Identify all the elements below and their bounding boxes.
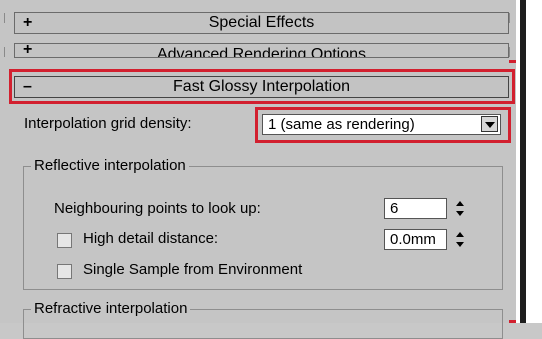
settings-panel: + Special Effects + Advanced Rendering O… (0, 0, 521, 339)
neighbouring-points-field[interactable]: 6 (384, 198, 447, 219)
high-detail-distance-checkbox[interactable] (57, 233, 72, 248)
neighbouring-points-spinner-icon[interactable] (454, 199, 468, 219)
scrollbar-track[interactable] (516, 0, 542, 323)
single-sample-label: Single Sample from Environment (83, 261, 303, 278)
rollout-highlight-box (9, 69, 515, 104)
dropdown-highlight-box (255, 107, 511, 143)
grid-density-label: Interpolation grid density: (24, 115, 192, 132)
reflective-group-title: Reflective interpolation (31, 157, 189, 174)
rollout-special-effects[interactable]: + Special Effects (14, 12, 509, 34)
panel-separator (520, 0, 526, 323)
rollout-edge-tick (4, 13, 9, 23)
refractive-group-title: Refractive interpolation (31, 300, 191, 317)
rollout-title: Advanced Rendering Options (156, 46, 367, 58)
rollout-advanced-rendering-options[interactable]: + Advanced Rendering Options (14, 43, 509, 58)
rollout-title: Special Effects (208, 14, 315, 31)
neighbouring-points-label: Neighbouring points to look up: (54, 200, 261, 217)
high-detail-distance-field[interactable]: 0.0mm (384, 229, 447, 250)
single-sample-checkbox[interactable] (57, 264, 72, 279)
high-detail-distance-label: High detail distance: (83, 230, 219, 247)
rollout-edge-tick (4, 47, 9, 57)
high-detail-distance-spinner-icon[interactable] (454, 230, 468, 250)
